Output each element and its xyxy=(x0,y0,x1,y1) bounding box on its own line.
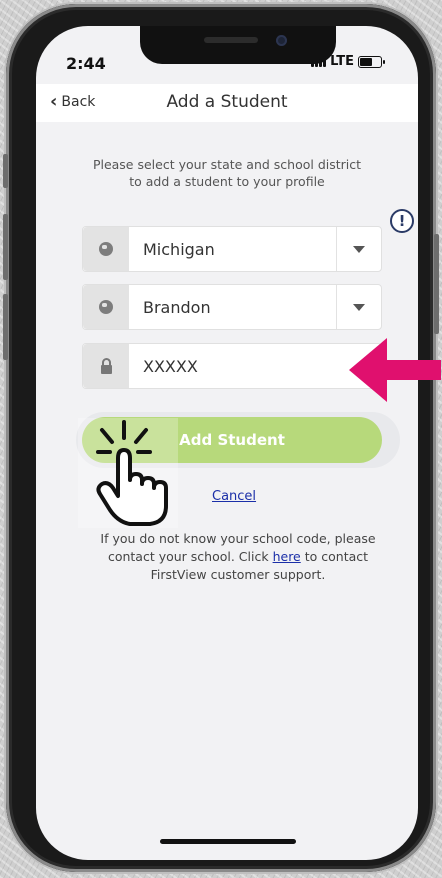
tap-hand-icon xyxy=(78,418,178,528)
speaker-grille xyxy=(204,37,258,43)
home-indicator[interactable] xyxy=(160,839,296,844)
page-title: Add a Student xyxy=(166,92,288,112)
state-select[interactable]: Michigan xyxy=(82,226,382,272)
front-camera xyxy=(276,35,287,46)
battery-icon xyxy=(358,55,385,68)
school-code-field[interactable]: XXXXX xyxy=(82,343,382,389)
phone-frame: 2:44 LTE ‹ Back Add a Student Please sel… xyxy=(3,4,439,872)
state-value: Michigan xyxy=(143,239,215,259)
globe-icon xyxy=(99,242,113,256)
state-dropdown-toggle[interactable] xyxy=(336,227,381,271)
status-indicators: LTE xyxy=(311,54,385,69)
signal-icon xyxy=(311,56,327,67)
district-value: Brandon xyxy=(143,297,211,317)
globe-icon xyxy=(99,300,113,314)
intro-line-2: to add a student to your profile xyxy=(129,174,325,189)
info-icon[interactable]: ! xyxy=(390,209,414,233)
district-dropdown-toggle[interactable] xyxy=(336,285,381,329)
support-link[interactable]: here xyxy=(273,549,301,564)
volume-up-button xyxy=(3,214,8,280)
chevron-down-icon xyxy=(353,303,365,311)
notch xyxy=(140,26,336,64)
help-text: If you do not know your school code, ple… xyxy=(88,530,388,584)
intro-text: Please select your state and school dist… xyxy=(76,156,378,190)
status-time: 2:44 xyxy=(66,54,106,73)
school-code-value[interactable]: XXXXX xyxy=(129,357,381,376)
power-button xyxy=(434,234,439,334)
network-label: LTE xyxy=(330,54,354,69)
navigation-bar: ‹ Back Add a Student xyxy=(36,84,418,122)
cancel-link[interactable]: Cancel xyxy=(212,489,256,504)
intro-line-1: Please select your state and school dist… xyxy=(92,157,362,172)
lock-icon xyxy=(100,357,112,374)
district-select[interactable]: Brandon xyxy=(82,284,382,330)
chevron-down-icon xyxy=(353,245,365,253)
mute-switch xyxy=(3,154,8,188)
pointer-arrow-icon xyxy=(349,338,441,402)
volume-down-button xyxy=(3,294,8,360)
